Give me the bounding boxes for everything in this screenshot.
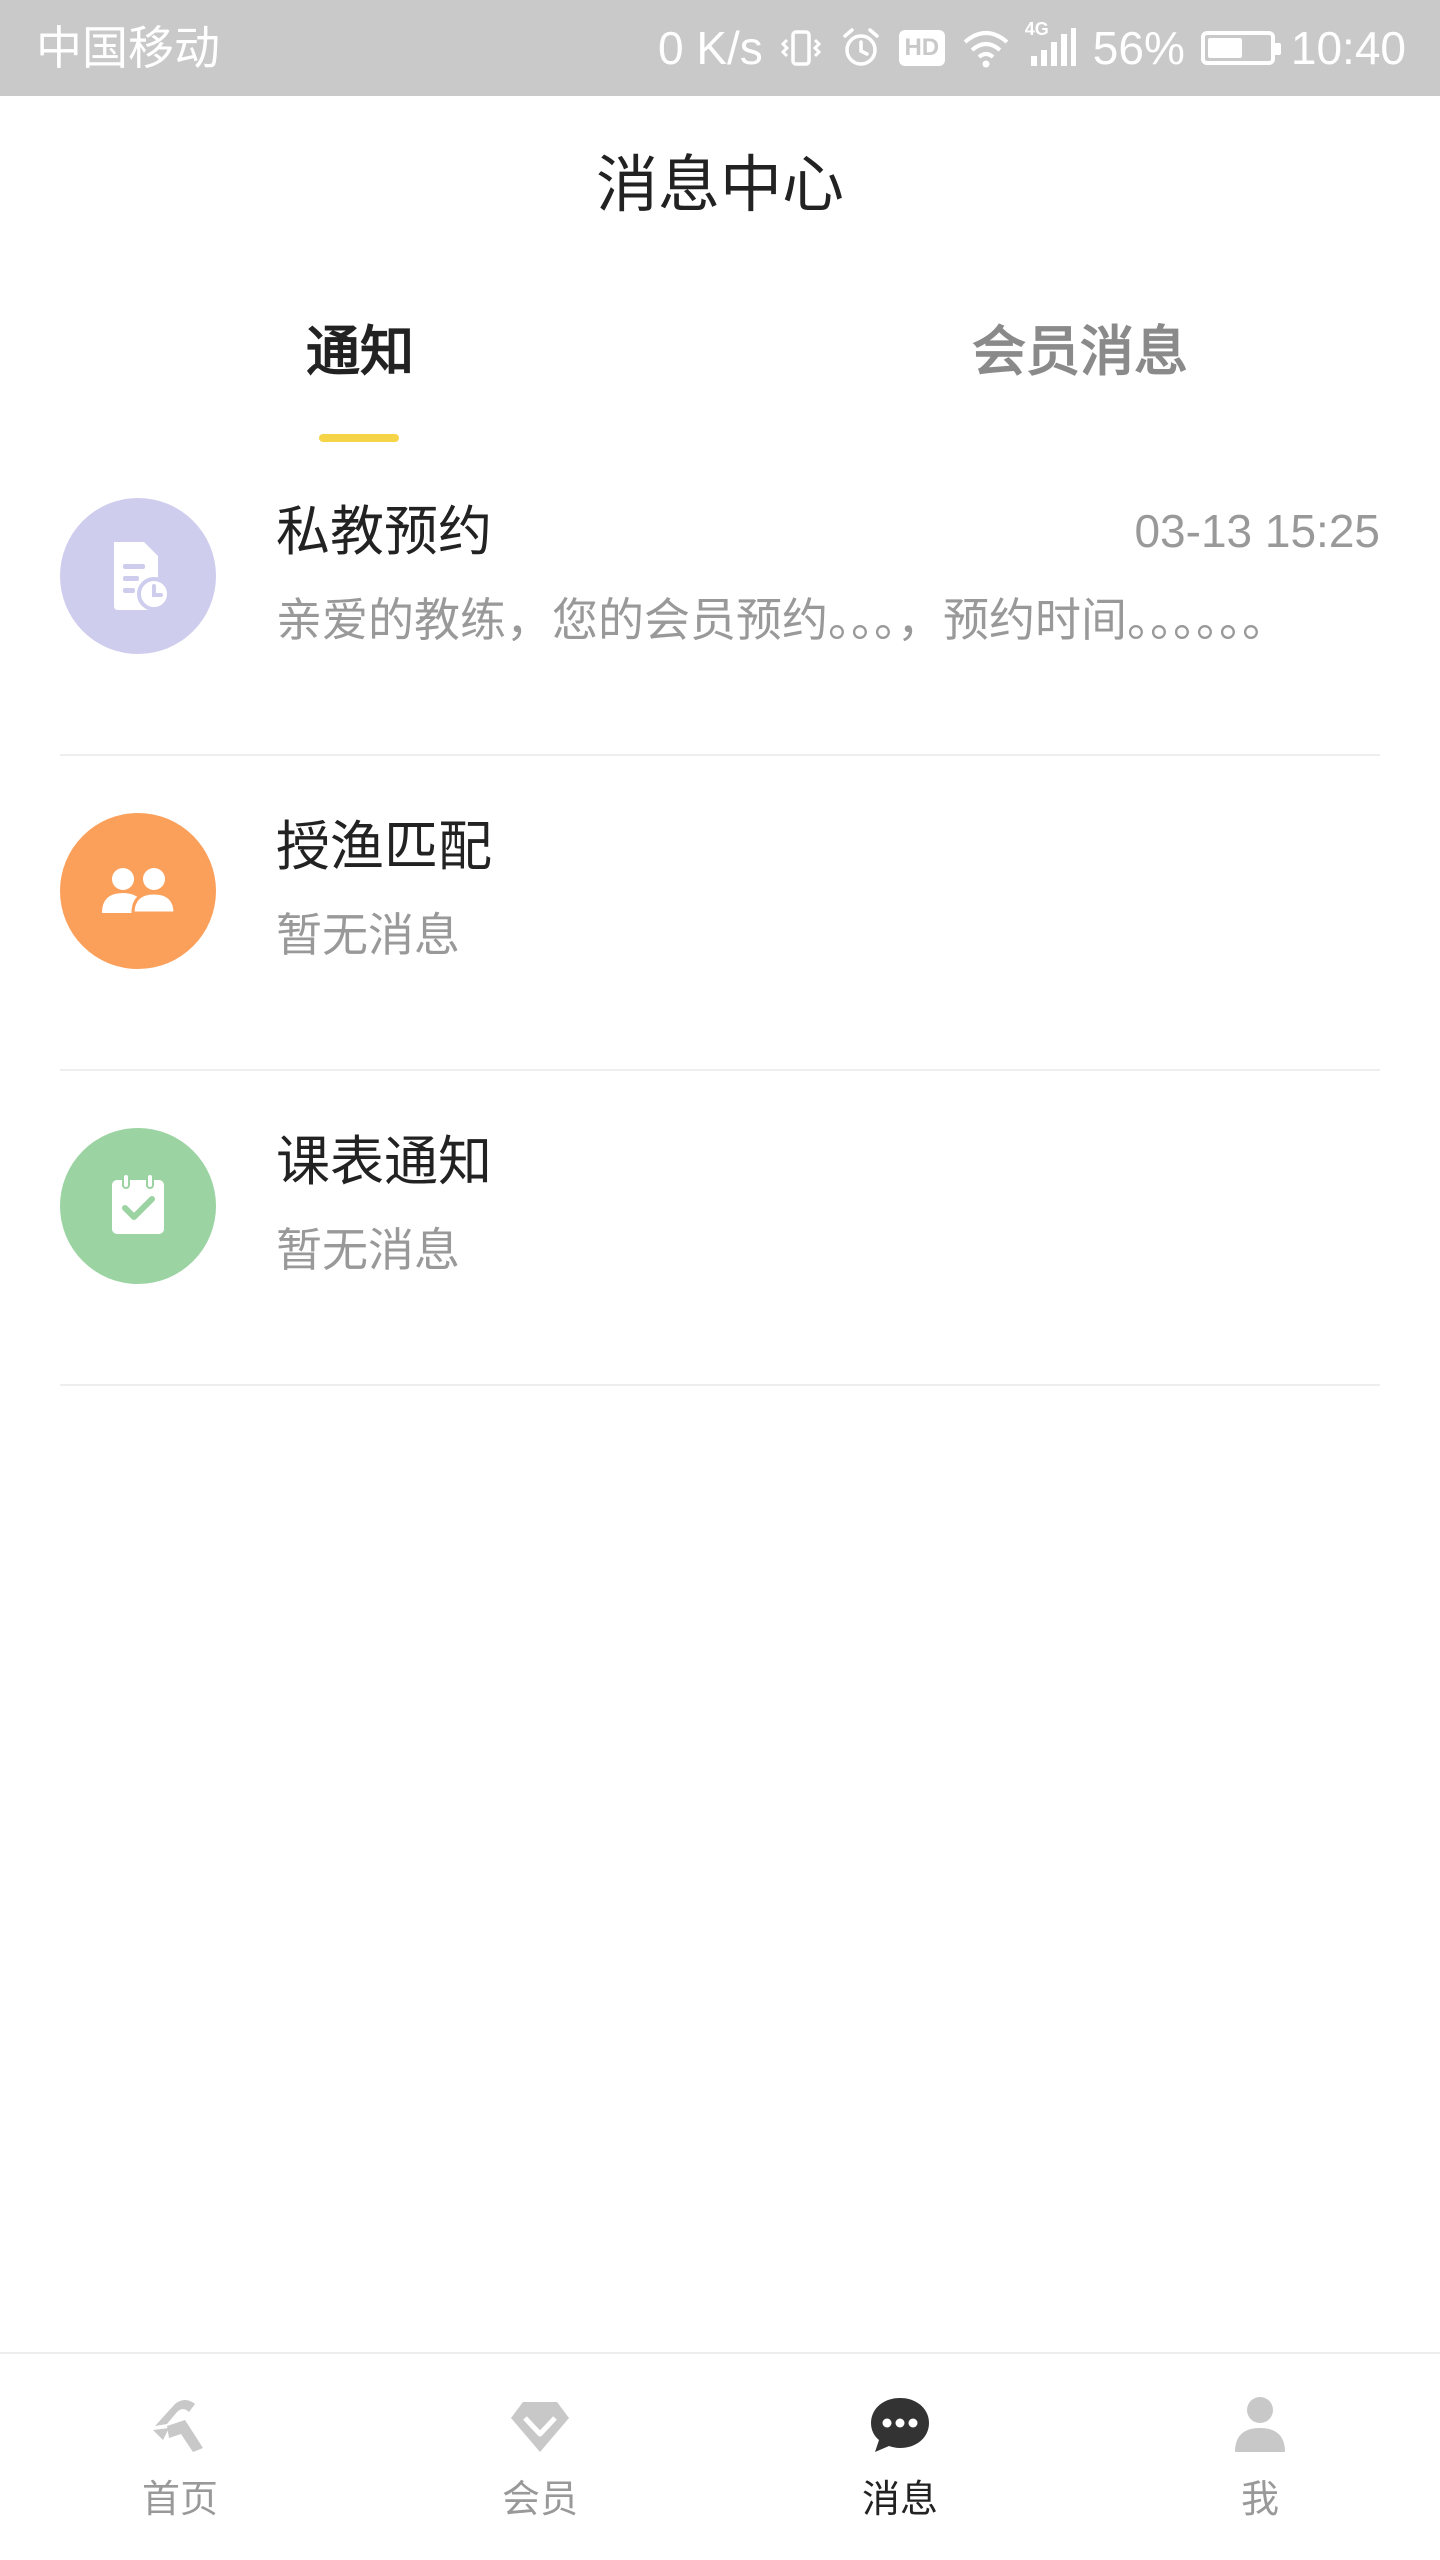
divider [60, 1384, 1380, 1386]
nav-home[interactable]: 首页 [0, 2354, 360, 2560]
status-icons: 0 K/s HD 4G 56% 10:40 [658, 18, 1406, 78]
person-icon [1225, 2390, 1295, 2460]
net-speed: 0 K/s [657, 22, 763, 74]
message-time: 03-13 15:25 [1134, 505, 1380, 557]
vibrate-icon [779, 26, 823, 70]
alarm-icon [839, 26, 883, 70]
chat-bubble-icon [865, 2390, 935, 2460]
battery-fill [1207, 38, 1242, 58]
calendar-check-icon [60, 1128, 216, 1284]
message-title: 授渔匹配 [276, 815, 492, 878]
tab-notice[interactable]: 通知 [0, 312, 720, 392]
hd-badge: HD [898, 30, 945, 66]
wifi-icon [961, 26, 1011, 70]
nav-me[interactable]: 我 [1080, 2354, 1440, 2560]
network-type: 4G [1024, 19, 1049, 39]
document-clock-icon [60, 498, 216, 654]
nav-label: 消息 [861, 2477, 938, 2521]
message-item-match[interactable]: 授渔匹配 暂无消息 [0, 756, 1440, 1071]
users-icon [60, 813, 216, 969]
message-preview: 亲爱的教练，您的会员预约。。。，预约时间。。。。。。 [276, 593, 1288, 647]
nav-messages[interactable]: 消息 [720, 2354, 1080, 2560]
message-item-booking[interactable]: 私教预约 03-13 15:25 亲爱的教练，您的会员预约。。。，预约时间。。。… [0, 441, 1440, 756]
home-logo-icon [145, 2390, 215, 2460]
nav-label: 我 [1240, 2477, 1279, 2521]
battery-icon [1200, 31, 1281, 65]
tab-member-messages[interactable]: 会员消息 [720, 312, 1440, 392]
carrier-label: 中国移动 [36, 21, 220, 75]
screen: 中国移动 0 K/s HD 4G 56% 10:40 消息中心 通知 会员消息 … [0, 0, 1440, 2560]
page-title: 消息中心 [595, 148, 844, 221]
nav-label: 首页 [141, 2477, 218, 2521]
signal-icon: 4G [1025, 20, 1077, 70]
battery-percent: 56% [1092, 22, 1185, 74]
bottom-nav: 首页 会员 消息 我 [0, 2352, 1440, 2560]
nav-member[interactable]: 会员 [360, 2354, 720, 2560]
message-preview: 暂无消息 [276, 908, 460, 962]
message-preview: 暂无消息 [276, 1223, 460, 1277]
clock: 10:40 [1290, 22, 1406, 74]
message-item-schedule[interactable]: 课表通知 暂无消息 [0, 1071, 1440, 1386]
message-title: 课表通知 [276, 1130, 492, 1193]
message-title: 私教预约 [276, 500, 492, 563]
nav-label: 会员 [501, 2477, 578, 2521]
diamond-icon [505, 2390, 575, 2460]
status-bar: 中国移动 0 K/s HD 4G 56% 10:40 [0, 0, 1440, 96]
